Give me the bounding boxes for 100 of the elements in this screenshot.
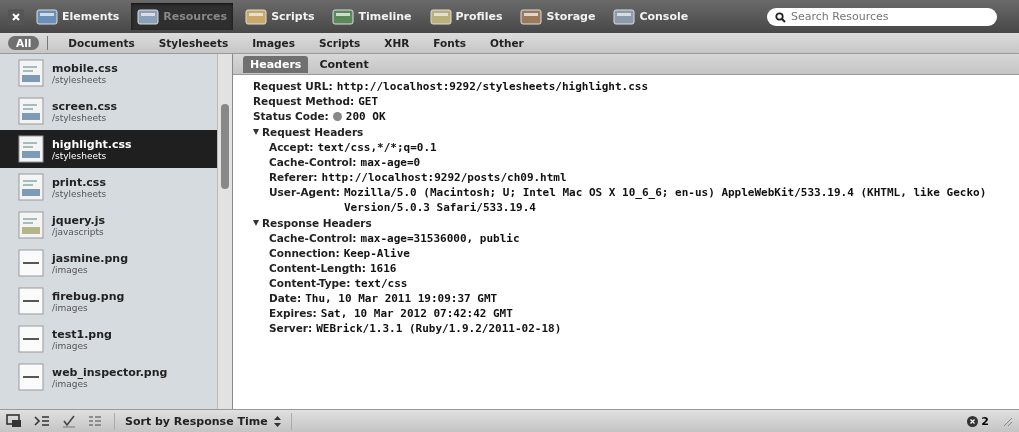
close-button[interactable] — [8, 8, 24, 25]
section-toggle[interactable]: Request Headers — [253, 124, 364, 140]
toolbar-tab[interactable]: Console — [607, 3, 695, 30]
resource-name: jasmine.png — [52, 251, 129, 265]
filter-tab[interactable]: Scripts — [311, 36, 369, 50]
resource-item[interactable]: firebug.png /images — [0, 282, 217, 320]
header-value: 1616 — [369, 261, 397, 276]
header-value: 200 OK — [345, 109, 386, 124]
detail-tab[interactable]: Content — [312, 55, 376, 73]
file-icon — [18, 97, 44, 125]
image-file-icon — [18, 287, 44, 315]
status-dot — [332, 112, 342, 121]
header-name: Request Method: — [253, 94, 355, 109]
header-value: text/css,*/*;q=0.1 — [317, 140, 437, 155]
sort-dropdown[interactable]: Sort by Response Time — [114, 412, 292, 430]
header-value: http://localhost:9292/stylesheets/highlight.css — [336, 79, 648, 94]
resource-item[interactable]: jquery.js /javascripts — [0, 206, 217, 244]
header-value: GET — [358, 94, 379, 109]
resource-path: /stylesheets — [52, 112, 108, 123]
header-name: Status Code: — [253, 109, 329, 124]
resource-name: highlight.css — [52, 137, 132, 151]
header-value: Mozilla/5.0 (Macintosh; U; Intel Mac OS X 10_6_6; en-us) AppleWebKit/533.19.4 (KHTML, like Gecko) Version/5.0.3 Safari/533.19.4 — [343, 185, 988, 215]
detail-tab[interactable]: Headers — [243, 55, 309, 73]
resource-item[interactable]: highlight.css /stylesheets — [0, 130, 217, 168]
header-name: Content-Length: — [269, 261, 366, 276]
resource-path: /images — [52, 302, 89, 313]
close-icon — [12, 12, 20, 21]
resource-item[interactable]: screen.css /stylesheets — [0, 92, 217, 130]
image-file-icon — [18, 363, 44, 391]
file-icon — [18, 135, 44, 163]
filter-tab[interactable]: All — [8, 36, 40, 50]
header-name: Content-Type: — [269, 276, 351, 291]
resource-name: mobile.css — [52, 61, 118, 75]
resource-name: firebug.png — [52, 289, 125, 303]
header-value: max-age=0 — [360, 155, 421, 170]
filter-tab[interactable]: Fonts — [425, 36, 475, 50]
console-icon[interactable] — [34, 415, 50, 427]
dock-icon[interactable] — [6, 414, 22, 428]
panel-icon — [245, 7, 268, 26]
header-name: Date: — [269, 291, 302, 306]
header-name: Server: — [269, 321, 313, 336]
toolbar-tab[interactable]: Storage — [514, 3, 602, 30]
header-value: Thu, 10 Mar 2011 19:09:37 GMT — [305, 291, 498, 306]
resource-path: /stylesheets — [52, 188, 107, 199]
panel-icon — [429, 7, 452, 26]
resource-path: /images — [52, 264, 89, 275]
resource-path: /javascripts — [52, 226, 105, 237]
header-value: max-age=31536000, public — [360, 231, 520, 246]
file-icon — [18, 211, 44, 239]
section-toggle[interactable]: Response Headers — [253, 215, 372, 231]
filter-tab[interactable]: XHR — [376, 36, 418, 50]
file-icon — [18, 59, 44, 87]
resource-name: web_inspector.png — [52, 365, 168, 379]
toolbar-tab[interactable]: Resources — [131, 3, 234, 30]
file-icon — [18, 173, 44, 201]
search-field[interactable]: Search Resources — [767, 7, 997, 26]
filter-tab[interactable]: Images — [244, 36, 303, 50]
header-name: Cache-Control: — [269, 155, 357, 170]
search-icon — [775, 11, 786, 23]
error-count: 2 — [981, 414, 989, 428]
header-value: text/css — [354, 276, 408, 291]
resource-name: jquery.js — [52, 213, 106, 227]
panel-icon — [613, 7, 636, 26]
header-value: http://localhost:9292/posts/ch09.html — [321, 170, 567, 185]
header-name: User-Agent: — [269, 185, 340, 200]
resource-path: /stylesheets — [52, 150, 108, 161]
resource-item[interactable]: print.css /stylesheets — [0, 168, 217, 206]
resource-item[interactable]: test1.png /images — [0, 320, 217, 358]
panel-icon — [137, 7, 160, 26]
resource-item[interactable]: mobile.css /stylesheets — [0, 54, 217, 92]
filter-tab[interactable]: Stylesheets — [150, 36, 237, 50]
resource-path: /images — [52, 378, 88, 389]
resize-grip-icon[interactable] — [1001, 415, 1013, 427]
toolbar-tab[interactable]: Elements — [30, 3, 126, 30]
header-value: WEBrick/1.3.1 (Ruby/1.9.2/2011-02-18) — [316, 321, 562, 336]
toolbar-tab[interactable]: Profiles — [423, 3, 509, 30]
panel-icon — [332, 7, 355, 26]
toolbar-tab[interactable]: Timeline — [326, 3, 418, 30]
resource-item[interactable]: web_inspector.png /images — [0, 358, 217, 396]
image-file-icon — [18, 249, 44, 277]
header-value: Keep-Alive — [343, 246, 410, 261]
resource-name: test1.png — [52, 327, 112, 341]
resource-path: /stylesheets — [52, 74, 108, 85]
header-name: Expires: — [269, 306, 317, 321]
scrollbar[interactable] — [217, 54, 232, 409]
toolbar-tab[interactable]: Scripts — [239, 3, 321, 30]
header-name: Accept: — [269, 140, 314, 155]
header-value: Sat, 10 Mar 2012 07:42:42 GMT — [320, 306, 513, 321]
header-name: Cache-Control: — [269, 231, 357, 246]
header-name: Request URL: — [253, 79, 333, 94]
header-name: Referer: — [269, 170, 318, 185]
header-name: Connection: — [269, 246, 340, 261]
checkmark-icon[interactable] — [62, 414, 76, 428]
resource-name: print.css — [52, 175, 107, 189]
resource-item[interactable]: jasmine.png /images — [0, 244, 217, 282]
resource-name: screen.css — [52, 99, 118, 113]
filter-tab[interactable]: Other — [482, 36, 532, 50]
error-icon[interactable] — [967, 415, 979, 427]
filter-tab[interactable]: Documents — [60, 36, 143, 50]
image-file-icon — [18, 325, 44, 353]
